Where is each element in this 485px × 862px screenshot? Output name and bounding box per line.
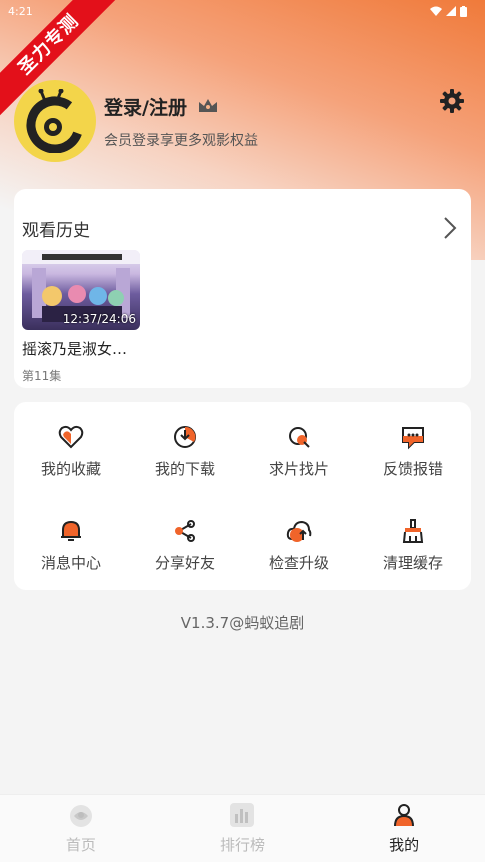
favorites-button[interactable]: 我的收藏 — [14, 402, 128, 496]
request-film-label: 求片找片 — [268, 460, 329, 478]
watch-history-header[interactable]: 观看历史 — [14, 189, 471, 245]
home-icon — [69, 805, 92, 827]
download-icon — [174, 426, 196, 448]
signal-icon — [446, 6, 456, 16]
upgrade-icon — [286, 520, 312, 542]
feedback-button[interactable]: 反馈报错 — [356, 402, 470, 496]
watch-history-card: 观看历史 12:37/24:06 摇滚乃是淑女… 第11集 — [14, 189, 471, 388]
share-label: 分享好友 — [154, 554, 215, 572]
favorites-label: 我的收藏 — [40, 460, 101, 478]
wifi-icon — [430, 6, 442, 16]
downloads-label: 我的下载 — [154, 460, 215, 478]
tab-mine-label: 我的 — [389, 836, 420, 854]
member-benefit-text: 会员登录享更多观影权益 — [104, 132, 258, 149]
battery-icon — [460, 5, 467, 17]
tab-home[interactable]: 首页 — [21, 802, 141, 855]
share-button[interactable]: 分享好友 — [128, 496, 242, 590]
check-update-button[interactable]: 检查升级 — [242, 496, 356, 590]
history-item[interactable]: 12:37/24:06 摇滚乃是淑女… 第11集 — [22, 250, 140, 384]
tab-ranking-label: 排行榜 — [219, 836, 265, 854]
messages-button[interactable]: 消息中心 — [14, 496, 128, 590]
status-time: 4:21 — [8, 4, 33, 18]
feedback-label: 反馈报错 — [382, 460, 443, 478]
feedback-icon — [402, 427, 424, 450]
downloads-button[interactable]: 我的下载 — [128, 402, 242, 496]
profile-section[interactable]: 登录/注册 会员登录享更多观影权益 — [14, 80, 258, 162]
check-update-label: 检查升级 — [268, 554, 329, 572]
history-progress: 12:37/24:06 — [62, 312, 136, 326]
chevron-right-icon[interactable] — [443, 216, 457, 240]
history-title-text: 摇滚乃是淑女… — [22, 340, 128, 358]
login-register-link[interactable]: 登录/注册 — [104, 93, 187, 120]
ant-logo-icon — [26, 89, 84, 153]
clear-cache-button[interactable]: 清理缓存 — [356, 496, 470, 590]
bottom-tab-bar: 首页 排行榜 我的 — [0, 794, 485, 862]
broom-icon — [402, 519, 424, 543]
avatar[interactable] — [14, 80, 96, 162]
clear-cache-label: 清理缓存 — [382, 554, 443, 572]
profile-icon — [394, 804, 415, 827]
share-icon — [175, 520, 195, 542]
bell-icon — [61, 520, 81, 541]
settings-gear-icon[interactable] — [439, 88, 465, 114]
search-film-icon — [289, 427, 310, 448]
tab-home-label: 首页 — [65, 836, 96, 854]
messages-label: 消息中心 — [40, 554, 101, 572]
history-episode: 第11集 — [22, 369, 62, 383]
crown-icon — [198, 99, 217, 112]
heart-icon — [58, 425, 84, 449]
watch-history-title: 观看历史 — [22, 220, 90, 241]
feature-grid-card: 我的收藏 我的下载 求片找片 反馈报错 消息中心 分享好友 检查升级 清理缓存 — [14, 402, 471, 590]
tab-mine[interactable]: 我的 — [344, 802, 464, 855]
ranking-icon — [230, 803, 255, 827]
history-thumbnail[interactable]: 12:37/24:06 — [22, 250, 140, 330]
request-film-button[interactable]: 求片找片 — [242, 402, 356, 496]
tab-ranking[interactable]: 排行榜 — [182, 802, 302, 855]
version-text: V1.3.7@蚂蚁追剧 — [180, 614, 305, 632]
status-icons — [430, 5, 467, 17]
